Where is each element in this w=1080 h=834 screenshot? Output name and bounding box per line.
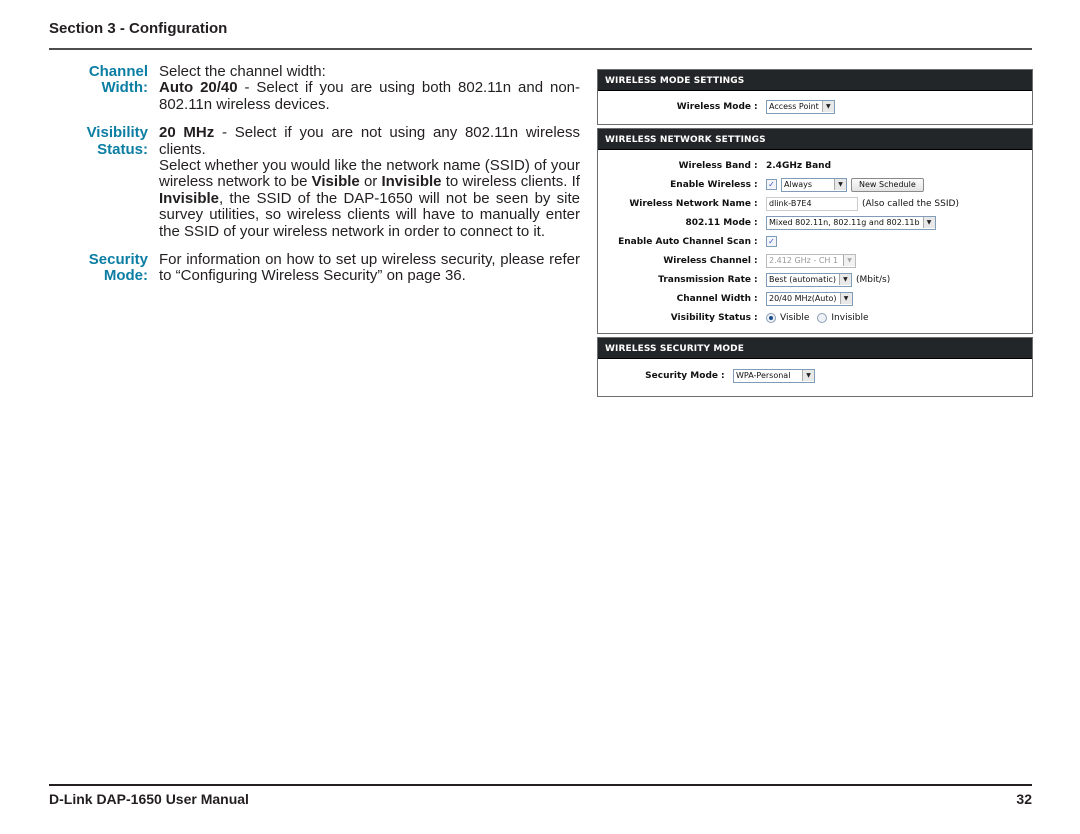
auto-channel-scan-checkbox[interactable]: ✓ [766, 236, 777, 247]
security-mode-description: Security Mode: For information on how to… [40, 251, 580, 285]
manual-title: D-Link DAP-1650 User Manual [49, 791, 249, 807]
chevron-down-icon: ▼ [834, 179, 846, 190]
visibility-status-description: Visibility Status: 20 MHz - Select if yo… [40, 124, 580, 240]
page-number: 32 [1016, 791, 1032, 807]
description-text: Select the channel width: Auto 20/40 - S… [159, 63, 581, 113]
enable-wireless-row: Enable Wireless : ✓ Always ▼ New Schedule [598, 175, 1032, 194]
radio-selected-dot [769, 315, 773, 320]
wireless-mode-row: Wireless Mode : Access Point ▼ [598, 97, 1032, 116]
80211-mode-select[interactable]: Mixed 802.11n, 802.11g and 802.11b ▼ [766, 215, 936, 230]
header-divider [49, 48, 1032, 50]
enable-wireless-checkbox[interactable]: ✓ [766, 179, 777, 190]
chevron-down-icon: ▼ [821, 101, 834, 112]
description-text: 20 MHz - Select if you are not using any… [159, 124, 580, 240]
chevron-down-icon: ▼ [802, 370, 814, 381]
80211-mode-row: 802.11 Mode : Mixed 802.11n, 802.11g and… [598, 213, 1032, 232]
wireless-mode-panel: WIRELESS MODE SETTINGS Wireless Mode : A… [597, 69, 1033, 125]
wireless-network-name-row: Wireless Network Name : dlink-B7E4 (Also… [629, 196, 959, 211]
chevron-down-icon: ▼ [843, 255, 855, 266]
panel-title: WIRELESS NETWORK SETTINGS [598, 129, 1032, 149]
wireless-channel-row: Wireless Channel : 2.412 GHz - CH 1 ▼ [598, 251, 1032, 270]
checkmark-icon: ✓ [768, 180, 775, 189]
checkmark-icon: ✓ [768, 237, 775, 246]
wireless-security-panel: WIRELESS SECURITY MODE Security Mode : W… [597, 337, 1033, 397]
chevron-down-icon: ▼ [838, 274, 851, 285]
wireless-mode-select[interactable]: Access Point ▼ [766, 99, 835, 114]
channel-width-row: Channel Width : 20/40 MHz(Auto) ▼ [598, 289, 1032, 308]
wireless-channel-select[interactable]: 2.412 GHz - CH 1 ▼ [766, 253, 856, 268]
description-label: Visibility Status: [86, 124, 148, 158]
channel-width-select[interactable]: 20/40 MHz(Auto) ▼ [766, 291, 853, 306]
invisible-radio[interactable] [817, 312, 828, 323]
wireless-band-value: 2.4GHz Band [766, 160, 832, 171]
auto-channel-scan-row: Enable Auto Channel Scan : ✓ [598, 232, 1032, 251]
ssid-input[interactable]: dlink-B7E4 [766, 196, 858, 211]
section-title: Section 3 - Configuration [49, 20, 228, 37]
new-schedule-button[interactable]: New Schedule [851, 177, 924, 192]
visibility-status-row: Visibility Status : Visible Invisible [670, 312, 869, 323]
visible-radio[interactable] [766, 312, 776, 323]
description-list: Channel Width: Select the channel width:… [40, 63, 581, 297]
description-text: For information on how to set up wireles… [159, 251, 580, 285]
panel-title: WIRELESS MODE SETTINGS [598, 70, 1032, 90]
wireless-network-panel: WIRELESS NETWORK SETTINGS Wireless Band … [597, 128, 1033, 334]
rate-unit: (Mbit/s) [855, 274, 891, 285]
chevron-down-icon: ▼ [922, 217, 935, 228]
transmission-rate-row: Transmission Rate : Best (automatic) ▼ (M… [658, 272, 891, 287]
channel-width-description: Channel Width: Select the channel width:… [40, 63, 581, 113]
security-mode-row: Security Mode : WPA-Personal ▼ [598, 366, 1032, 385]
chevron-down-icon: ▼ [839, 293, 852, 304]
security-mode-select[interactable]: WPA-Personal ▼ [733, 368, 815, 383]
schedule-select[interactable]: Always ▼ [781, 177, 847, 192]
footer-divider [49, 784, 1032, 786]
ssid-note: (Also called the SSID) [862, 198, 959, 209]
transmission-rate-select[interactable]: Best (automatic) ▼ [766, 272, 852, 287]
wireless-band-row: Wireless Band : 2.4GHz Band [678, 160, 832, 171]
panel-title: WIRELESS SECURITY MODE [598, 338, 1032, 358]
description-label: Channel Width: [88, 63, 148, 97]
description-label: Security Mode: [88, 251, 148, 285]
